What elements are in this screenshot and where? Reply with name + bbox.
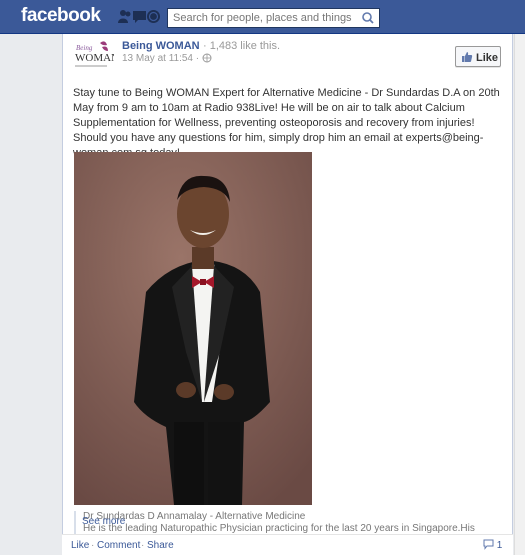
post-body-text: Stay tune to Being WOMAN Expert for Alte… bbox=[73, 87, 500, 159]
friend-requests-icon[interactable] bbox=[118, 9, 133, 24]
comment-link[interactable]: Comment bbox=[97, 540, 140, 551]
comment-count-value: 1 bbox=[496, 540, 503, 551]
post-actions-bar: Like · Comment · Share 1 bbox=[62, 534, 513, 555]
comment-count[interactable]: 1 bbox=[483, 539, 502, 551]
search-icon bbox=[362, 12, 374, 24]
share-link[interactable]: Share bbox=[147, 540, 174, 551]
post-timestamp[interactable]: 13 May at 11:54 · bbox=[122, 53, 212, 64]
post-card: Being WOMAN Being WOMAN · 1,483 like thi… bbox=[62, 34, 513, 555]
timestamp-text[interactable]: 13 May at 11:54 · bbox=[122, 53, 199, 64]
top-navigation-bar: facebook Search for people, places and t… bbox=[0, 0, 525, 34]
post-photo-doctor[interactable] bbox=[74, 152, 312, 505]
notifications-icon[interactable] bbox=[146, 9, 161, 24]
svg-text:Being: Being bbox=[76, 44, 93, 52]
comment-bubble-icon bbox=[483, 539, 494, 550]
thumbs-up-icon bbox=[462, 52, 473, 62]
avatar-brand-text: WOMAN bbox=[75, 52, 114, 64]
action-separator: · bbox=[141, 540, 145, 551]
like-page-button[interactable]: Like bbox=[455, 46, 501, 67]
caption-title[interactable]: Dr Sundardas D Annamalay - Alternative M… bbox=[83, 511, 494, 522]
search-input[interactable]: Search for people, places and things bbox=[167, 8, 360, 28]
messages-icon[interactable] bbox=[132, 9, 147, 24]
like-button-label: Like bbox=[476, 52, 499, 64]
facebook-logo[interactable]: facebook bbox=[21, 5, 101, 27]
search-button[interactable] bbox=[358, 8, 380, 28]
being-woman-avatar[interactable]: Being WOMAN bbox=[72, 39, 114, 73]
page-likes-count: · 1,483 like this. bbox=[203, 40, 281, 52]
scrollbar[interactable] bbox=[514, 34, 525, 555]
page-name-link[interactable]: Being WOMAN bbox=[122, 40, 200, 52]
see-more-link[interactable]: See more bbox=[82, 516, 125, 527]
like-post-link[interactable]: Like bbox=[71, 540, 89, 551]
action-separator: · bbox=[91, 540, 95, 551]
globe-icon bbox=[202, 53, 212, 63]
